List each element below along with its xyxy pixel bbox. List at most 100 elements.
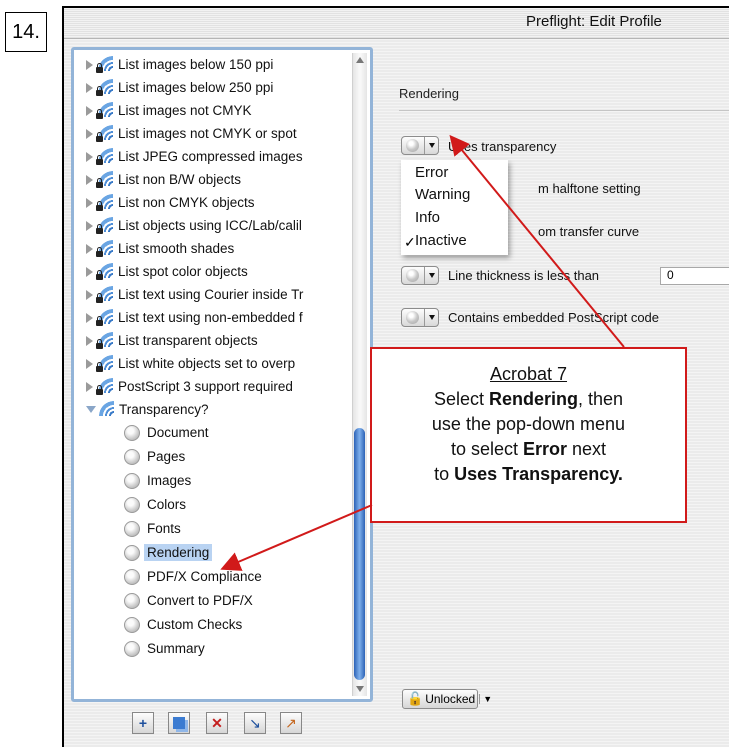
new-profile-button[interactable]: + <box>132 712 154 734</box>
disclosure-triangle-open-icon[interactable] <box>86 406 96 413</box>
locked-profile-icon <box>96 171 113 188</box>
tree-child-convert-pdfx[interactable]: Convert to PDF/X <box>124 589 253 612</box>
tree-child-fonts[interactable]: Fonts <box>124 517 181 540</box>
export-button[interactable]: ↗ <box>280 712 302 734</box>
tree-child-label: PDF/X Compliance <box>147 569 262 584</box>
status-ball-icon <box>124 472 140 489</box>
callout-bold: Uses Transparency. <box>454 464 623 484</box>
tree-item[interactable]: List JPEG compressed images <box>74 145 303 168</box>
locked-profile-icon <box>96 217 113 234</box>
disclosure-triangle-icon[interactable] <box>86 82 93 93</box>
tree-item[interactable]: List images below 250 ppi <box>74 76 273 99</box>
postscript-popup[interactable] <box>401 308 439 327</box>
tree-child-colors[interactable]: Colors <box>124 493 186 516</box>
status-ball-icon <box>124 448 140 465</box>
tree-child-images[interactable]: Images <box>124 469 191 492</box>
disclosure-triangle-icon[interactable] <box>86 358 93 369</box>
disclosure-triangle-icon[interactable] <box>86 289 93 300</box>
import-button[interactable]: ↘ <box>244 712 266 734</box>
locked-profile-icon <box>96 263 113 280</box>
uses-transparency-popup[interactable] <box>401 136 439 155</box>
line-thickness-label: Line thickness is less than <box>448 268 600 283</box>
tree-child-document[interactable]: Document <box>124 421 209 444</box>
disclosure-triangle-icon[interactable] <box>86 335 93 346</box>
line-thickness-popup[interactable] <box>401 266 439 285</box>
delete-button[interactable]: ✕ <box>206 712 228 734</box>
disclosure-triangle-icon[interactable] <box>86 174 93 185</box>
menu-item-inactive[interactable]: Inactive <box>415 232 467 249</box>
tree-item[interactable]: List text using non-embedded f <box>74 306 303 329</box>
scroll-down-arrow-icon[interactable] <box>356 686 364 692</box>
tree-child-label: Fonts <box>147 521 181 536</box>
callout-line-4: to Uses Transparency. <box>372 462 685 487</box>
tree-child-pages[interactable]: Pages <box>124 445 185 468</box>
status-ball-icon <box>124 592 140 609</box>
tree-child-rendering[interactable]: Rendering <box>124 541 213 564</box>
tree-item[interactable]: List white objects set to overp <box>74 352 295 375</box>
disclosure-triangle-icon[interactable] <box>86 151 93 162</box>
lock-popup[interactable]: 🔓 Unlocked ▼ <box>402 689 492 709</box>
disclosure-triangle-icon[interactable] <box>86 105 93 116</box>
tree-item[interactable]: List images below 150 ppi <box>74 53 273 76</box>
locked-profile-icon <box>96 194 113 211</box>
tree-child-custom-checks[interactable]: Custom Checks <box>124 613 242 636</box>
disclosure-triangle-icon[interactable] <box>86 266 93 277</box>
disclosure-triangle-icon[interactable] <box>86 220 93 231</box>
uses-transparency-label: Uses transparency <box>448 139 557 154</box>
disclosure-triangle-icon[interactable] <box>86 381 93 392</box>
tree-item[interactable]: List images not CMYK or spot <box>74 122 297 145</box>
tree-item[interactable]: List text using Courier inside Tr <box>74 283 303 306</box>
popup-arrow-icon <box>429 143 435 148</box>
tree-item-transparency[interactable]: Transparency? <box>74 398 209 421</box>
tree-scrollbar[interactable] <box>352 53 367 696</box>
tree-child-label: Custom Checks <box>147 617 243 632</box>
status-ball-icon <box>124 496 140 513</box>
tree-item-label: List spot color objects <box>118 264 248 279</box>
tree-item[interactable]: List objects using ICC/Lab/calil <box>74 214 302 237</box>
menu-item-info[interactable]: Info <box>415 209 440 226</box>
tree-item-label: List JPEG compressed images <box>118 149 303 164</box>
tree-item-label: Transparency? <box>119 402 209 417</box>
new-icon: + <box>138 715 148 731</box>
tree-item[interactable]: List non B/W objects <box>74 168 241 191</box>
tree-item[interactable]: List smooth shades <box>74 237 234 260</box>
scroll-thumb[interactable] <box>354 428 365 680</box>
line-thickness-input[interactable]: 0 <box>660 267 729 285</box>
locked-profile-icon <box>96 286 113 303</box>
tree-item-label: List non CMYK objects <box>118 195 255 210</box>
tree-item[interactable]: List images not CMYK <box>74 99 252 122</box>
checkmark-icon: ✓ <box>404 234 416 250</box>
instruction-callout: Acrobat 7 Select Rendering, then use the… <box>370 347 687 523</box>
title-bar[interactable]: Preflight: Edit Profile <box>64 8 729 39</box>
locked-profile-icon <box>96 148 113 165</box>
unlocked-padlock-icon: 🔓 <box>407 691 424 706</box>
lock-label: Unlocked <box>425 692 476 706</box>
tree-item-label: List images not CMYK or spot <box>118 126 297 141</box>
tree-child-label: Images <box>147 473 192 488</box>
scroll-up-arrow-icon[interactable] <box>356 57 364 63</box>
disclosure-triangle-icon[interactable] <box>86 197 93 208</box>
popup-arrow-icon: ▼ <box>479 694 492 704</box>
disclosure-triangle-icon[interactable] <box>86 128 93 139</box>
menu-item-error[interactable]: Error <box>415 164 448 181</box>
callout-text: Select <box>433 389 489 409</box>
tree-item-label: List images not CMYK <box>118 103 252 118</box>
disclosure-triangle-icon[interactable] <box>86 312 93 323</box>
callout-line-1: Select Rendering, then <box>372 387 685 412</box>
tree-item-label: List objects using ICC/Lab/calil <box>118 218 302 233</box>
tree-item[interactable]: List transparent objects <box>74 329 258 352</box>
tree-item-label: PostScript 3 support required <box>118 379 293 394</box>
disclosure-triangle-icon[interactable] <box>86 59 93 70</box>
callout-text: , then <box>578 389 624 409</box>
duplicate-icon <box>173 717 185 729</box>
disclosure-triangle-icon[interactable] <box>86 243 93 254</box>
callout-text: to <box>434 464 455 484</box>
tree-item[interactable]: List spot color objects <box>74 260 248 283</box>
tree-child-summary[interactable]: Summary <box>124 637 205 660</box>
tree-item[interactable]: List non CMYK objects <box>74 191 255 214</box>
duplicate-button[interactable] <box>168 712 190 734</box>
tree-item[interactable]: PostScript 3 support required <box>74 375 293 398</box>
locked-profile-icon <box>96 309 113 326</box>
menu-item-warning[interactable]: Warning <box>415 186 470 203</box>
tree-child-pdfx-compliance[interactable]: PDF/X Compliance <box>124 565 262 588</box>
